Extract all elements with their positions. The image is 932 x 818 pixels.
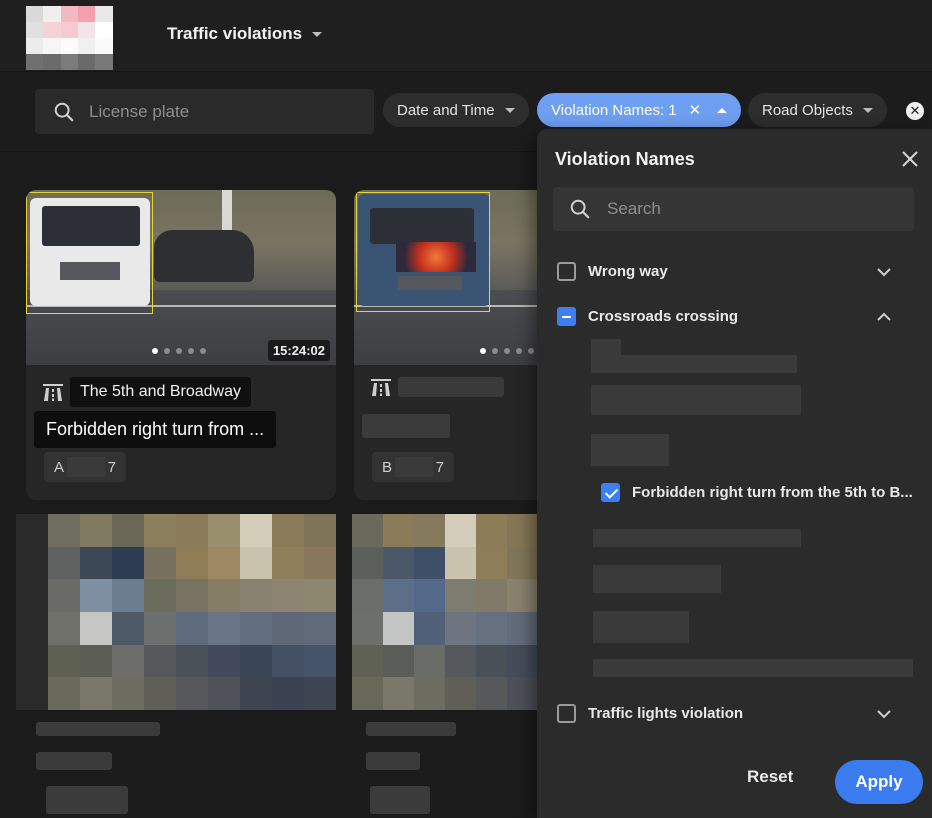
license-plate-input[interactable] [89, 101, 349, 122]
timestamp-badge: 15:24:02 [267, 340, 330, 361]
reset-button[interactable]: Reset [747, 767, 793, 787]
option-wrong-way[interactable]: Wrong way [557, 262, 668, 281]
app-title: Traffic violations [167, 24, 303, 43]
license-plate: B 7 [372, 452, 454, 482]
redacted-sub-option[interactable] [593, 565, 721, 593]
redacted-sub-option[interactable] [591, 434, 669, 466]
top-bar: Traffic violations [0, 0, 932, 72]
chip-label: Violation Names: 1 [551, 101, 677, 119]
remove-filter-icon[interactable]: ✕ [689, 101, 702, 119]
license-plate-search[interactable] [35, 89, 374, 134]
violation-names-filter-chip[interactable]: Violation Names: 1 ✕ [537, 93, 742, 127]
road-objects-filter-chip[interactable]: Road Objects [748, 93, 887, 127]
photo-pager[interactable] [152, 348, 206, 354]
checkbox[interactable] [557, 262, 576, 281]
violation-search-input[interactable] [607, 199, 887, 219]
checkbox-indeterminate[interactable] [557, 307, 576, 326]
chevron-down-icon[interactable] [876, 706, 892, 722]
chevron-up-icon[interactable] [876, 309, 892, 325]
checkbox[interactable] [557, 704, 576, 723]
clear-all-icon[interactable]: ✕ [906, 102, 924, 120]
violation-card[interactable]: B 7 [354, 190, 554, 500]
option-label: Wrong way [588, 263, 668, 280]
caret-up-icon [717, 107, 728, 113]
chevron-down-icon[interactable] [876, 264, 892, 280]
redacted-text [36, 752, 112, 770]
redacted-sub-option[interactable] [593, 611, 689, 643]
sub-option-label: Forbidden right turn from the 5th to B..… [632, 484, 913, 501]
checkbox-checked[interactable] [601, 483, 620, 502]
violation-search[interactable] [553, 187, 914, 231]
license-plate: A 7 [44, 452, 126, 482]
violation-name-redacted [362, 414, 450, 438]
violation-card[interactable]: 15:24:02 The 5th and Broadway Forbidden … [26, 190, 336, 500]
option-label: Crossroads crossing [588, 308, 739, 325]
option-traffic-lights-violation[interactable]: Traffic lights violation [557, 704, 743, 723]
search-icon [54, 102, 74, 121]
caret-down-icon [312, 31, 323, 37]
redacted-card-photo[interactable] [16, 514, 336, 710]
logo [26, 6, 130, 70]
redacted-sub-option[interactable] [591, 385, 801, 415]
redacted-text [46, 786, 128, 814]
app-title-dropdown[interactable]: Traffic violations [167, 24, 323, 44]
option-label: Traffic lights violation [588, 705, 744, 722]
caret-down-icon [862, 107, 873, 113]
redacted-sub-option[interactable] [593, 529, 801, 547]
redacted-text [36, 722, 160, 736]
location-label-redacted [398, 377, 504, 397]
date-time-filter-chip[interactable]: Date and Time [383, 93, 529, 127]
sub-option-forbidden-right-turn[interactable]: Forbidden right turn from the 5th to B..… [601, 483, 913, 502]
chip-label: Date and Time [397, 101, 495, 119]
option-crossroads-crossing[interactable]: Crossroads crossing [557, 307, 738, 326]
redacted-sub-option[interactable] [591, 355, 797, 373]
violation-photo[interactable]: 15:24:02 [26, 190, 336, 365]
panel-title: Violation Names [555, 149, 695, 169]
redacted-text [370, 786, 430, 814]
close-icon[interactable] [900, 149, 920, 169]
plate-start: B [382, 458, 393, 476]
road-icon [43, 384, 63, 401]
redacted-text [366, 722, 456, 736]
apply-button[interactable]: Apply [835, 760, 923, 804]
caret-down-icon [504, 107, 515, 113]
search-icon [570, 199, 590, 219]
redacted-sub-option[interactable] [593, 659, 913, 677]
location-label: The 5th and Broadway [70, 377, 251, 407]
plate-end: 7 [107, 458, 116, 476]
violation-photo[interactable] [354, 190, 554, 365]
violation-names-panel: Violation Names Wrong way Crossroads cro… [537, 129, 932, 818]
plate-end: 7 [435, 458, 444, 476]
violation-name: Forbidden right turn from ... [34, 411, 277, 448]
redacted-card-photo[interactable] [352, 514, 538, 710]
plate-start: A [54, 458, 65, 476]
photo-pager[interactable] [480, 348, 534, 354]
chip-label: Road Objects [762, 101, 853, 119]
road-icon [371, 379, 391, 396]
redacted-text [366, 752, 420, 770]
